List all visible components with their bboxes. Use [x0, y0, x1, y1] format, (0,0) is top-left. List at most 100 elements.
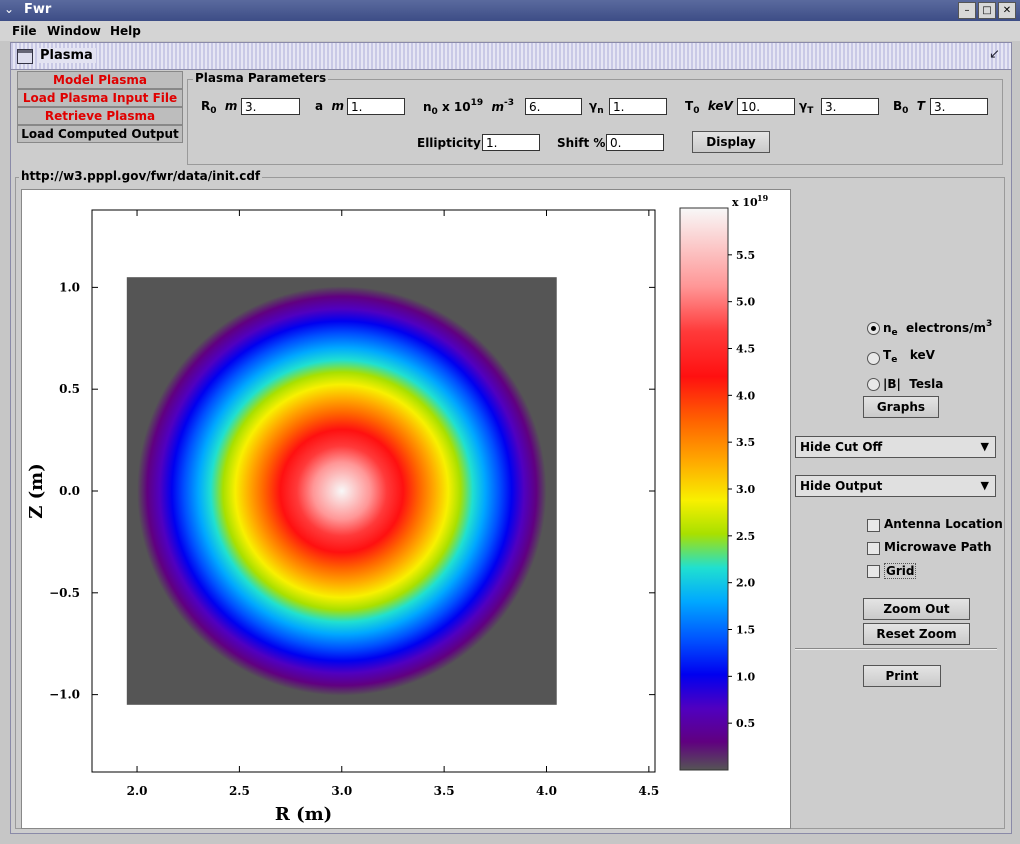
reset-zoom-button[interactable]: Reset Zoom	[863, 623, 970, 645]
radio-ne[interactable]	[867, 322, 880, 335]
tab-load-plasma-input-file[interactable]: Load Plasma Input File	[17, 89, 183, 107]
plasma-parameters-title: Plasma Parameters	[193, 71, 329, 85]
menu-help[interactable]: Help	[110, 24, 141, 38]
b0-label: B0 T	[893, 99, 925, 116]
t0-label: T0 keV	[685, 99, 733, 116]
ellipticity-field[interactable]: 1.	[482, 134, 540, 151]
menu-file[interactable]: File	[12, 24, 37, 38]
t0-unit: keV	[707, 99, 733, 113]
plasma-parameters-group	[187, 79, 1003, 165]
colorbar-tick-label: 5.0	[736, 296, 755, 309]
y-axis-label: Z (m)	[26, 463, 47, 519]
x-tick-label: 2.0	[127, 784, 148, 798]
antenna-location-label[interactable]: Antenna Location	[884, 517, 1003, 531]
colorbar-scale-label: x 10	[732, 196, 758, 209]
checkbox-microwave-path[interactable]	[867, 542, 880, 555]
colorbar-tick-label: 3.0	[736, 483, 755, 496]
ne-main: n	[883, 321, 892, 335]
x-tick-label: 3.5	[434, 784, 455, 798]
cutoff-select[interactable]: Hide Cut Off ▼	[795, 436, 996, 458]
r0-label: R0 m	[201, 99, 238, 116]
a-field[interactable]: 1.	[347, 98, 405, 115]
minimize-icon[interactable]: –	[958, 2, 976, 19]
frame-icon	[17, 49, 33, 64]
menu-bar: File Window Help	[0, 21, 1020, 41]
iconify-icon[interactable]: ↙	[989, 47, 1000, 62]
close-icon[interactable]: ✕	[998, 2, 1016, 19]
separator	[795, 648, 997, 650]
radio-te[interactable]	[867, 352, 880, 365]
colorbar-tick-label: 4.0	[736, 389, 755, 402]
b0-unit: T	[916, 99, 925, 113]
internal-frame-title: Plasma	[37, 48, 96, 63]
x-tick-label: 3.0	[331, 784, 352, 798]
plasma-internal-frame: Plasma ↙ Model Plasma Load Plasma Input …	[10, 42, 1012, 834]
graphs-button[interactable]: Graphs	[863, 396, 939, 418]
cutoff-select-value: Hide Cut Off	[800, 440, 883, 454]
density-profile	[137, 286, 547, 696]
x-tick-label: 2.5	[229, 784, 250, 798]
ne-sub: e	[891, 328, 898, 338]
maximize-icon[interactable]: □	[978, 2, 996, 19]
b-main: |B|	[883, 377, 901, 391]
gamma-t-label: γT	[799, 99, 814, 116]
internal-frame-titlebar: Plasma ↙	[11, 43, 1011, 70]
n0-exponent: 19	[470, 98, 484, 108]
checkbox-grid[interactable]	[867, 565, 880, 578]
radio-b[interactable]	[867, 378, 880, 391]
output-select[interactable]: Hide Output ▼	[795, 475, 996, 497]
colorbar-tick-label: 1.0	[736, 670, 755, 683]
microwave-path-label[interactable]: Microwave Path	[884, 540, 992, 554]
te-label[interactable]: Te keV	[883, 348, 935, 365]
grid-label[interactable]: Grid	[884, 563, 917, 579]
gamma-t-field[interactable]: 3.	[821, 98, 879, 115]
a-label: a m	[315, 99, 344, 113]
menu-window[interactable]: Window	[47, 24, 101, 38]
window-menu-chevron-icon[interactable]: ⌄	[4, 2, 14, 16]
colorbar-tick-label: 3.5	[736, 436, 755, 449]
te-unit: keV	[909, 348, 935, 362]
zoom-out-button[interactable]: Zoom Out	[863, 598, 970, 620]
print-button[interactable]: Print	[863, 665, 941, 687]
r0-field[interactable]: 3.	[241, 98, 300, 115]
x-axis-label: R (m)	[275, 804, 332, 825]
shift-field[interactable]: 0.	[606, 134, 664, 151]
colorbar-tick-label: 1.5	[736, 624, 755, 637]
y-tick-label: −0.5	[49, 586, 80, 600]
y-tick-label: 0.5	[59, 382, 80, 396]
n0-label: n0 x 1019 m-3	[423, 98, 515, 117]
t0-field[interactable]: 10.	[737, 98, 795, 115]
tab-retrieve-plasma[interactable]: Retrieve Plasma	[17, 107, 183, 125]
colorbar-scale-exponent: 19	[757, 193, 769, 203]
n0-field[interactable]: 6.	[525, 98, 582, 115]
y-tick-label: 1.0	[59, 280, 80, 294]
y-tick-label: 0.0	[59, 484, 80, 498]
ne-unit: electrons/m	[906, 321, 986, 335]
tab-model-plasma[interactable]: Model Plasma	[17, 71, 183, 89]
colorbar	[679, 207, 729, 771]
colorbar-tick-label: 2.5	[736, 530, 755, 543]
tab-load-computed-output[interactable]: Load Computed Output	[17, 125, 183, 143]
display-button[interactable]: Display	[692, 131, 770, 153]
x-tick-label: 4.0	[536, 784, 557, 798]
a-unit: m	[331, 99, 344, 113]
te-sub: e	[891, 355, 898, 365]
colorbar-tick-label: 0.5	[736, 717, 755, 730]
plot-canvas[interactable]: 2.0 2.5 3.0 3.5 4.0 4.5 1.0 0.5 0.0 −0.5 −1.0 R (m)…	[21, 189, 791, 829]
gamma-n-field[interactable]: 1.	[609, 98, 667, 115]
colorbar-tick-label: 5.5	[736, 249, 755, 262]
ne-sup: 3	[986, 319, 993, 329]
colorbar-tick-label: 4.5	[736, 343, 755, 356]
b0-field[interactable]: 3.	[930, 98, 988, 115]
ne-label[interactable]: ne electrons/m3	[883, 319, 992, 338]
r0-unit: m	[224, 99, 238, 113]
checkbox-antenna-location[interactable]	[867, 519, 880, 532]
shift-label: Shift %	[557, 136, 606, 150]
x-tick-label: 4.5	[638, 784, 659, 798]
y-tick-label: −1.0	[49, 688, 80, 702]
window-titlebar: ⌄ Fwr – □ ✕	[0, 0, 1020, 22]
data-url-title: http://w3.pppl.gov/fwr/data/init.cdf	[19, 169, 263, 183]
window-title: Fwr	[24, 2, 52, 17]
b-unit: Tesla	[909, 377, 944, 391]
b-label[interactable]: |B| Tesla	[883, 377, 943, 391]
